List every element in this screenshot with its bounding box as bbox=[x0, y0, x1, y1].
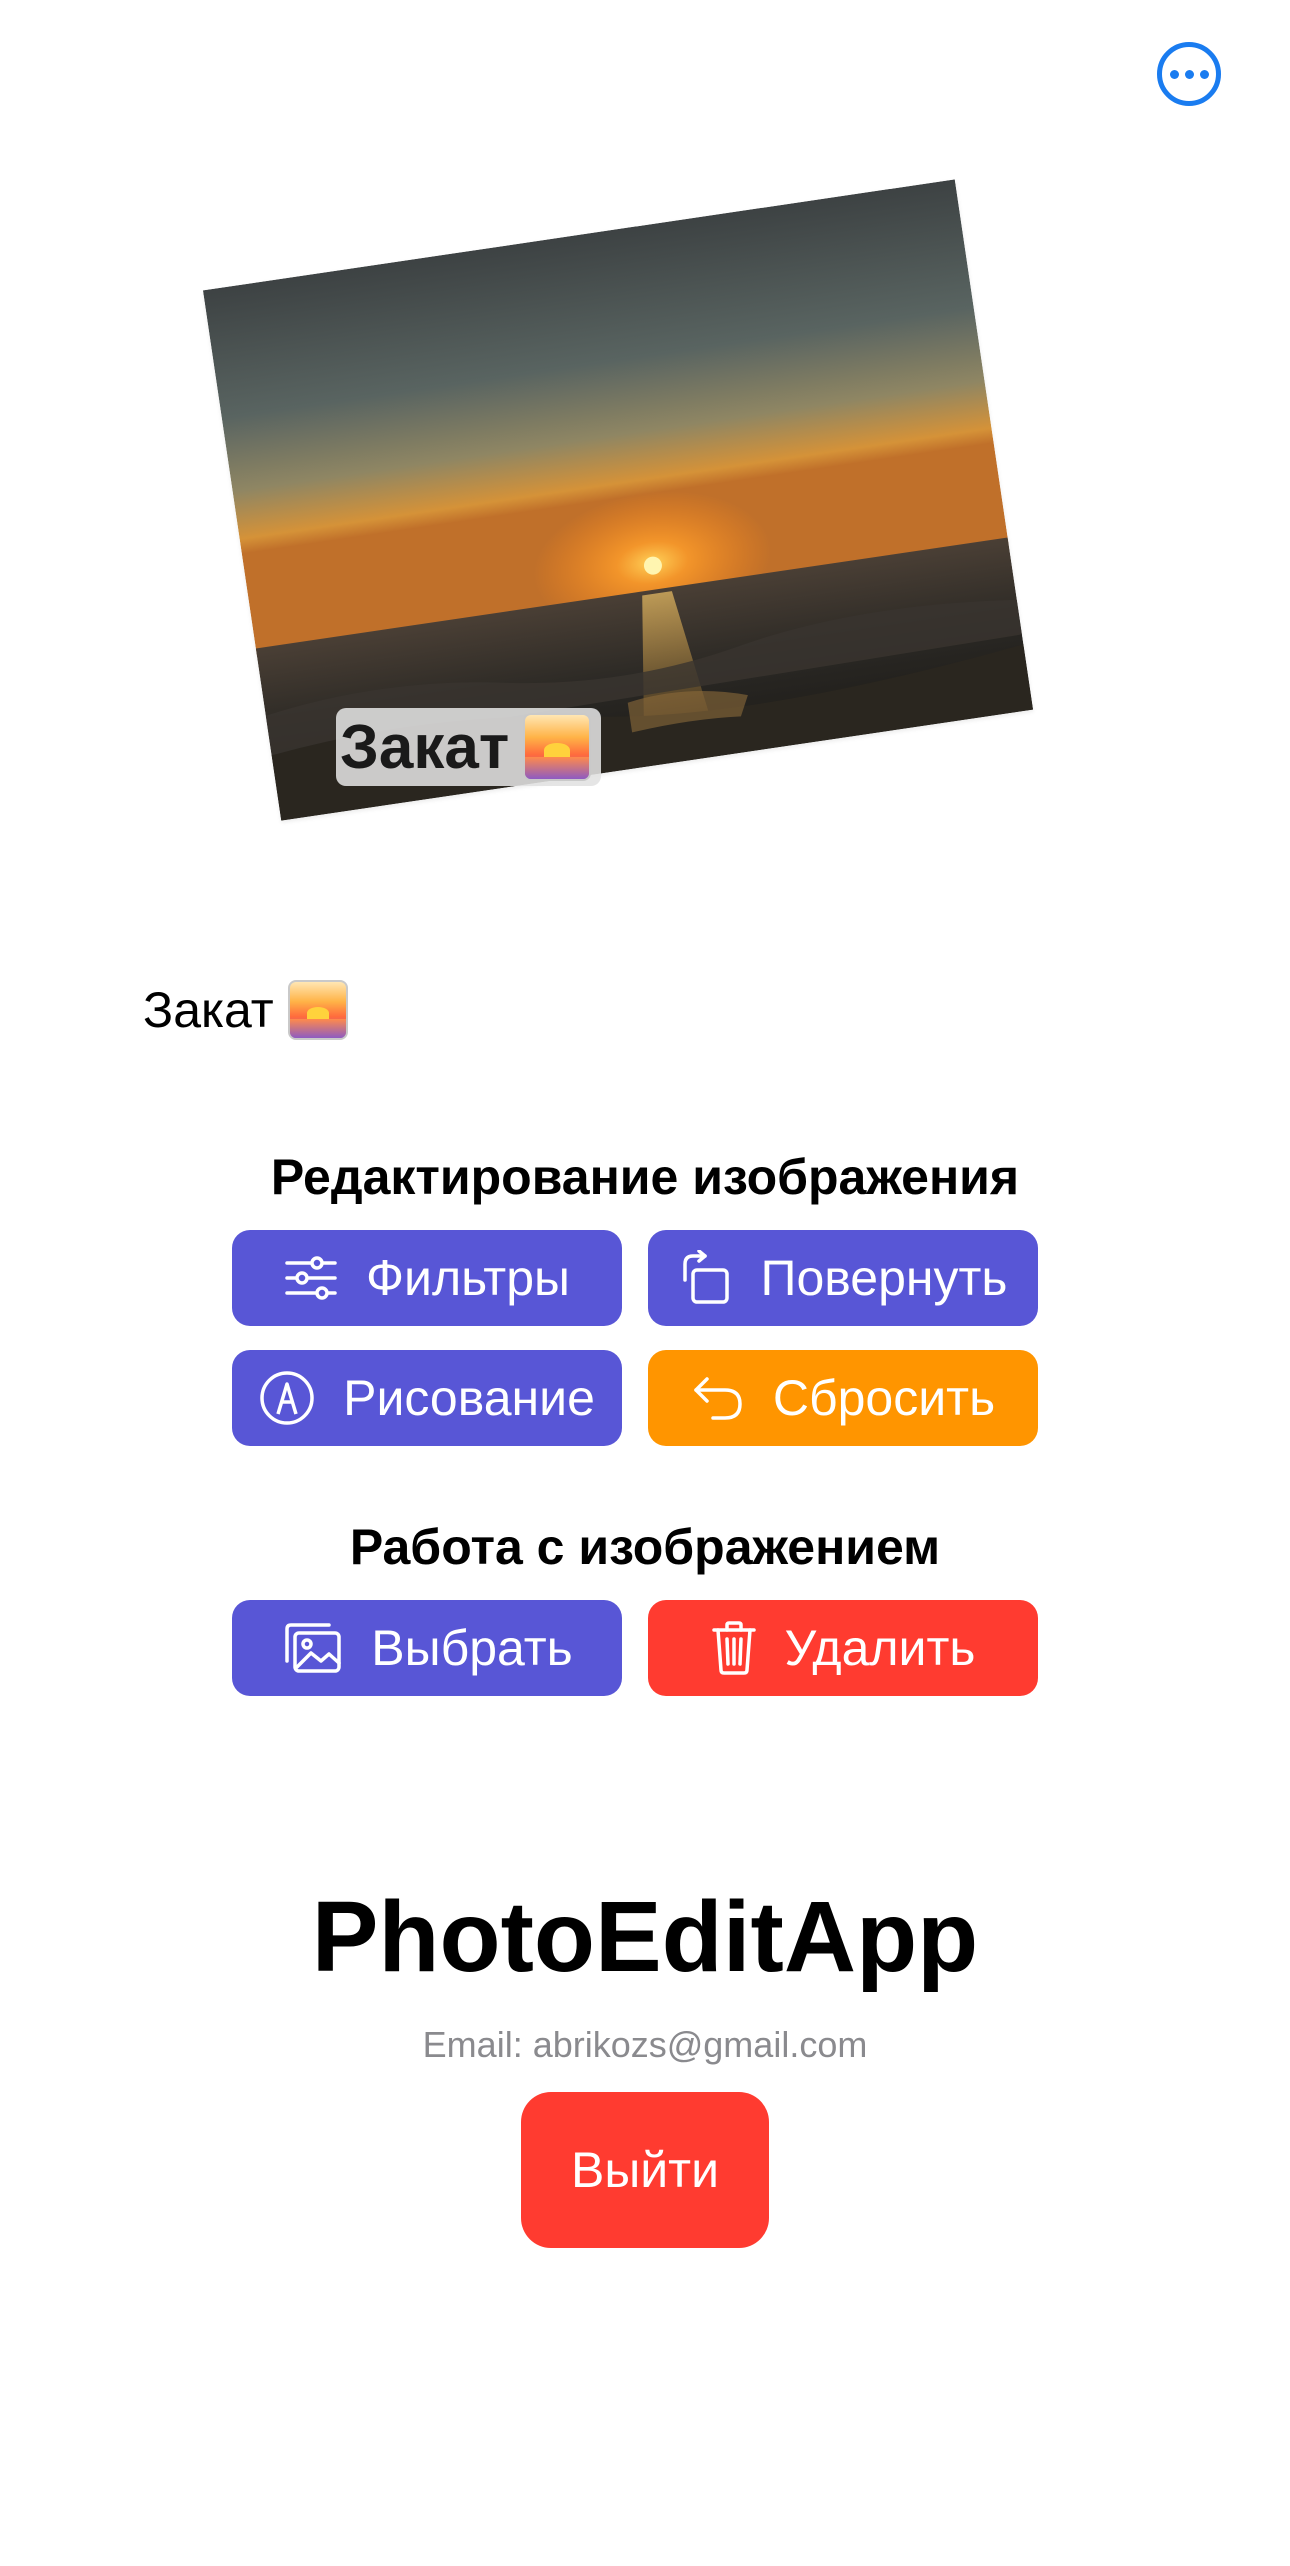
logout-button[interactable]: Выйти bbox=[521, 2092, 769, 2248]
rotate-button-label: Повернуть bbox=[760, 1250, 1008, 1306]
ellipsis-dot bbox=[1184, 69, 1194, 79]
editing-section-title: Редактирование изображения bbox=[270, 1149, 1020, 1205]
reset-button[interactable]: Сбросить bbox=[648, 1350, 1038, 1446]
photo-overlay-caption: Закат bbox=[336, 708, 602, 786]
sliders-icon bbox=[285, 1256, 337, 1300]
choose-image-button-label: Выбрать bbox=[371, 1620, 573, 1676]
drawing-button[interactable]: Рисование bbox=[232, 1350, 622, 1446]
photos-stack-icon bbox=[285, 1623, 342, 1673]
ellipsis-circle-icon bbox=[1169, 69, 1179, 79]
sunrise-emoji-icon bbox=[287, 980, 348, 1040]
pencil-tip-circle-icon bbox=[260, 1371, 314, 1425]
reset-button-label: Сбросить bbox=[772, 1370, 996, 1426]
logout-button-label: Выйти bbox=[570, 2142, 720, 2198]
app-name-title: PhotoEditApp bbox=[311, 1881, 979, 1993]
image-actions-section-title: Работа с изображением bbox=[349, 1519, 941, 1575]
edited-photo bbox=[202, 179, 1034, 821]
sunrise-emoji-icon bbox=[523, 713, 592, 781]
filters-button[interactable]: Фильтры bbox=[232, 1230, 622, 1326]
photo-caption: Закат bbox=[143, 980, 348, 1040]
photo-overlay-text: Закат bbox=[340, 712, 510, 782]
ellipsis-dot bbox=[1199, 69, 1209, 79]
more-options-button[interactable] bbox=[1157, 42, 1221, 106]
rotate-button[interactable]: Повернуть bbox=[648, 1230, 1038, 1326]
user-email: Email: abrikozs@gmail.com bbox=[422, 2024, 868, 2065]
trash-icon bbox=[711, 1621, 756, 1675]
undo-arrow-icon bbox=[694, 1377, 742, 1420]
photo-caption-text: Закат bbox=[143, 982, 274, 1038]
rotate-icon bbox=[682, 1250, 729, 1304]
drawing-button-label: Рисование bbox=[343, 1370, 595, 1426]
choose-image-button[interactable]: Выбрать bbox=[232, 1600, 622, 1696]
delete-image-button-label: Удалить bbox=[784, 1620, 976, 1676]
filters-button-label: Фильтры bbox=[366, 1250, 570, 1306]
delete-image-button[interactable]: Удалить bbox=[648, 1600, 1038, 1696]
